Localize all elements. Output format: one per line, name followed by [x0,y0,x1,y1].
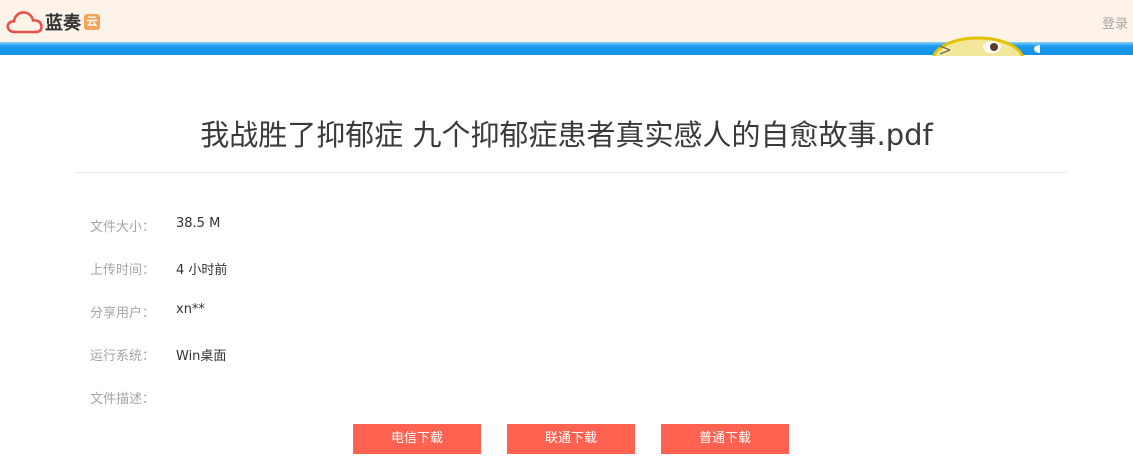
telecom-download-button[interactable]: 电信下载 [353,424,481,454]
file-title: 我战胜了抑郁症 九个抑郁症患者真实感人的自愈故事.pdf [200,118,933,152]
site-logo[interactable]: 蓝奏 云 [6,9,100,35]
upload-time-value: 4 小时前 [176,263,228,278]
info-label: 分享用户： [90,306,156,321]
mascot-icon [932,36,1040,56]
logo-text: 蓝奏 [45,13,81,34]
cloud-logo-icon [6,11,43,34]
info-label: 文件描述： [90,392,156,407]
logo-badge: 云 [84,14,100,30]
unicom-download-button[interactable]: 联通下载 [507,424,635,454]
info-label: 上传时间： [90,263,156,278]
share-user-value: xn** [176,302,205,317]
title-divider [75,172,1067,173]
info-label: 运行系统： [90,349,156,364]
login-link[interactable]: 登录 [1102,13,1128,32]
file-size-value: 38.5 M [176,216,221,231]
normal-download-button[interactable]: 普通下载 [661,424,789,454]
info-label: 文件大小： [90,220,156,235]
system-value: Win桌面 [176,349,227,364]
